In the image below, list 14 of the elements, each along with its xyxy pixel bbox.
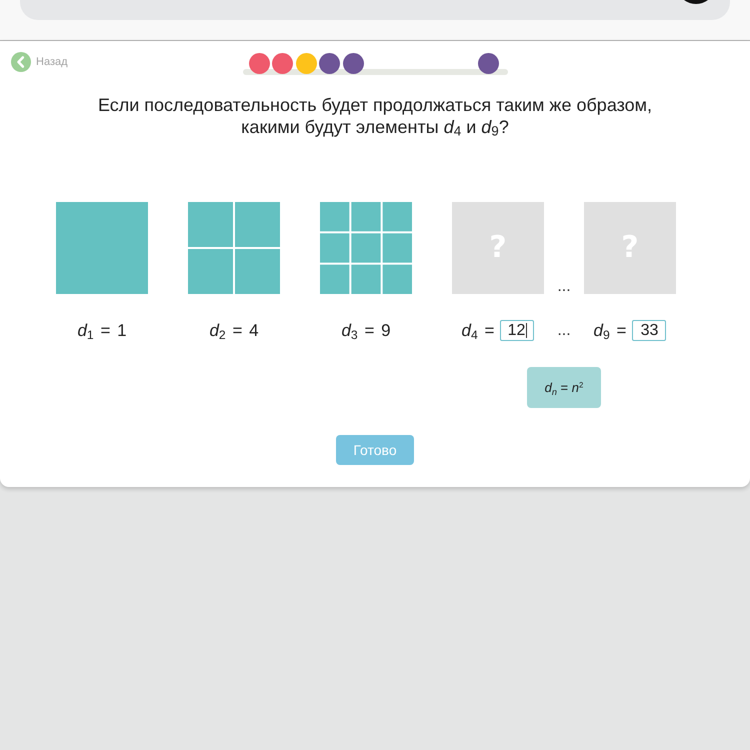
- question-text: Если последовательность будет продолжаться таким же образом, какими будут элементы d$_{4}$ и d$_{9}$?: [96, 94, 654, 138]
- equation-label: d$_{4}$ =: [462, 320, 494, 340]
- equation-label: d$_{1}$ = 1: [77, 320, 127, 340]
- question-mark: ?: [489, 233, 507, 263]
- ellipsis: ...: [557, 278, 571, 296]
- answer-field[interactable]: 12: [500, 320, 534, 341]
- equation-label: d$_{9}$ =: [594, 320, 626, 340]
- equation-label: d$_{3}$ = 9: [341, 320, 391, 340]
- formula-hint: d$_{n}$ = n$^{2}$: [527, 367, 601, 408]
- answer-field[interactable]: 33: [632, 320, 666, 341]
- ellipsis: ...: [557, 322, 571, 340]
- back-circle-icon: [11, 52, 31, 72]
- question-mark: ?: [621, 233, 639, 263]
- equation-label: d$_{2}$ = 4: [209, 320, 259, 340]
